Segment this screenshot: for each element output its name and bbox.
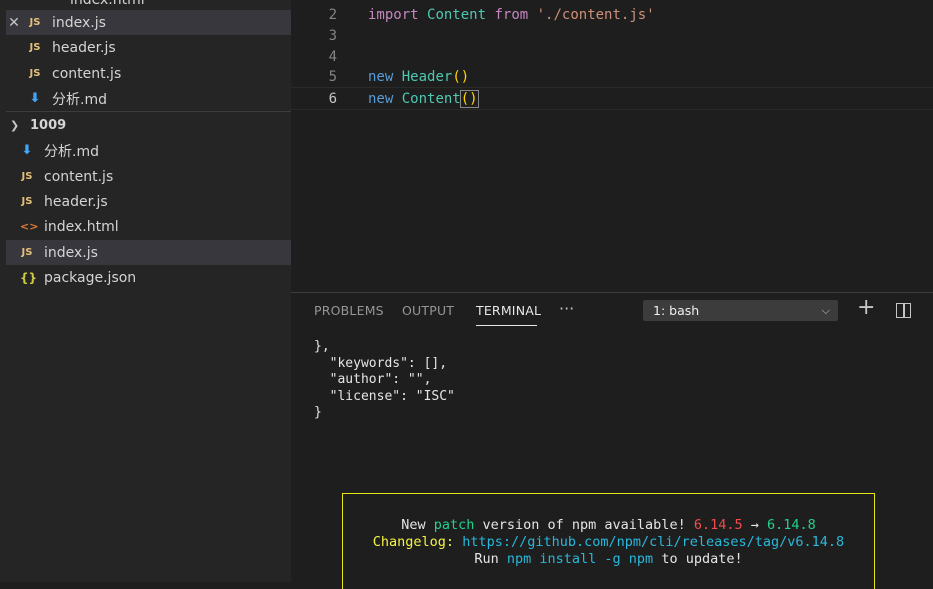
terminal-line: "license": "ISC" [314,388,455,404]
terminal-line: "keywords": [], [314,355,448,371]
explorer-sidebar: index.html ✕ JS index.js JS header.js JS… [0,0,291,582]
js-file-icon: JS [29,42,41,53]
line-number: 6 [328,90,337,107]
js-file-icon: JS [21,247,33,258]
more-actions-icon[interactable]: ··· [559,299,574,318]
bottom-panel: PROBLEMS OUTPUT TERMINAL ··· 1: bash ⌵ +… [291,292,933,589]
line-number: 2 [328,6,337,23]
terminal-line: } [314,405,322,420]
tab-terminal[interactable]: TERMINAL [476,303,541,318]
folder-label: 1009 [30,118,67,133]
file-label: 分析.md [44,143,99,160]
chevron-down-icon: ⌵ [821,303,830,317]
active-tab-indicator [476,325,537,326]
notice-line-3: Run npm install -g npm to update! [474,551,743,567]
code-line-current[interactable]: 6 new Content() [291,87,933,110]
file-item-content-js-2[interactable]: JS content.js [6,164,291,189]
file-item-header-js[interactable]: JS header.js [6,35,291,60]
line-number: 3 [328,27,337,44]
file-item-index-html[interactable]: <> index.html [6,214,291,239]
markdown-icon: ⬇ [21,143,33,158]
html-file-icon: <> [20,220,39,233]
terminal-line: }, [314,339,330,354]
close-icon[interactable]: ✕ [6,15,22,31]
code-text: new Content() [368,89,479,108]
changelog-link[interactable]: https://github.com/npm/cli/releases/tag/… [462,534,844,550]
notice-line-1: New patch version of npm available! 6.14… [401,517,816,533]
chevron-down-icon: ❯ [10,119,20,132]
code-text: import Content from './content.js' [368,6,655,23]
file-item-analysis-md[interactable]: ⬇ 分析.md [6,86,291,111]
code-line[interactable]: 5 new Header() [291,66,933,87]
terminal-line: "author": "", [314,372,432,387]
file-label: header.js [52,39,116,56]
js-file-icon: JS [21,196,33,207]
line-number: 4 [328,48,337,65]
file-item-header-js-2[interactable]: JS header.js [6,189,291,214]
json-file-icon: {} [20,270,38,285]
partial-file-item[interactable]: index.html [70,0,145,8]
notice-line-2: Changelog: https://github.com/npm/cli/re… [372,534,845,550]
tab-problems[interactable]: PROBLEMS [314,303,384,318]
file-label: content.js [44,168,114,185]
line-number: 5 [328,68,337,85]
js-file-icon: JS [29,68,41,79]
code-text: new Header() [368,68,470,85]
markdown-icon: ⬇ [29,91,41,106]
code-line[interactable]: 2 import Content from './content.js' [291,4,933,25]
js-file-icon: JS [29,17,41,28]
file-item-content-js[interactable]: JS content.js [6,61,291,86]
file-label: index.html [44,218,119,235]
new-terminal-icon[interactable]: + [857,295,875,320]
panel-tabs: PROBLEMS OUTPUT TERMINAL ··· 1: bash ⌵ + [291,293,933,329]
npm-update-notice: New patch version of npm available! 6.14… [342,493,875,589]
file-label: index.js [52,14,106,31]
file-label: header.js [44,193,108,210]
code-editor[interactable]: 2 import Content from './content.js' 3 4… [291,0,933,292]
split-terminal-icon[interactable] [896,303,911,318]
open-editor-item-index-js[interactable]: ✕ JS index.js [6,10,291,35]
terminal-select-value: 1: bash [653,303,700,318]
file-item-index-js-2[interactable]: JS index.js [6,240,291,265]
folder-1009[interactable]: ❯ 1009 [6,113,291,138]
code-line[interactable]: 3 [291,25,933,46]
file-label: content.js [52,65,122,82]
tab-output[interactable]: OUTPUT [402,303,454,318]
file-item-package-json[interactable]: {} package.json [6,265,291,290]
js-file-icon: JS [21,171,33,182]
terminal-select[interactable]: 1: bash ⌵ [643,300,838,321]
terminal-output[interactable]: }, "keywords": [], "author": "", "licens… [314,339,455,422]
file-label: index.js [44,244,98,261]
code-line[interactable]: 4 [291,46,933,67]
file-label: 分析.md [52,91,107,108]
file-label: package.json [44,269,137,286]
file-item-analysis-md-2[interactable]: ⬇ 分析.md [6,138,291,163]
section-divider [6,111,291,112]
